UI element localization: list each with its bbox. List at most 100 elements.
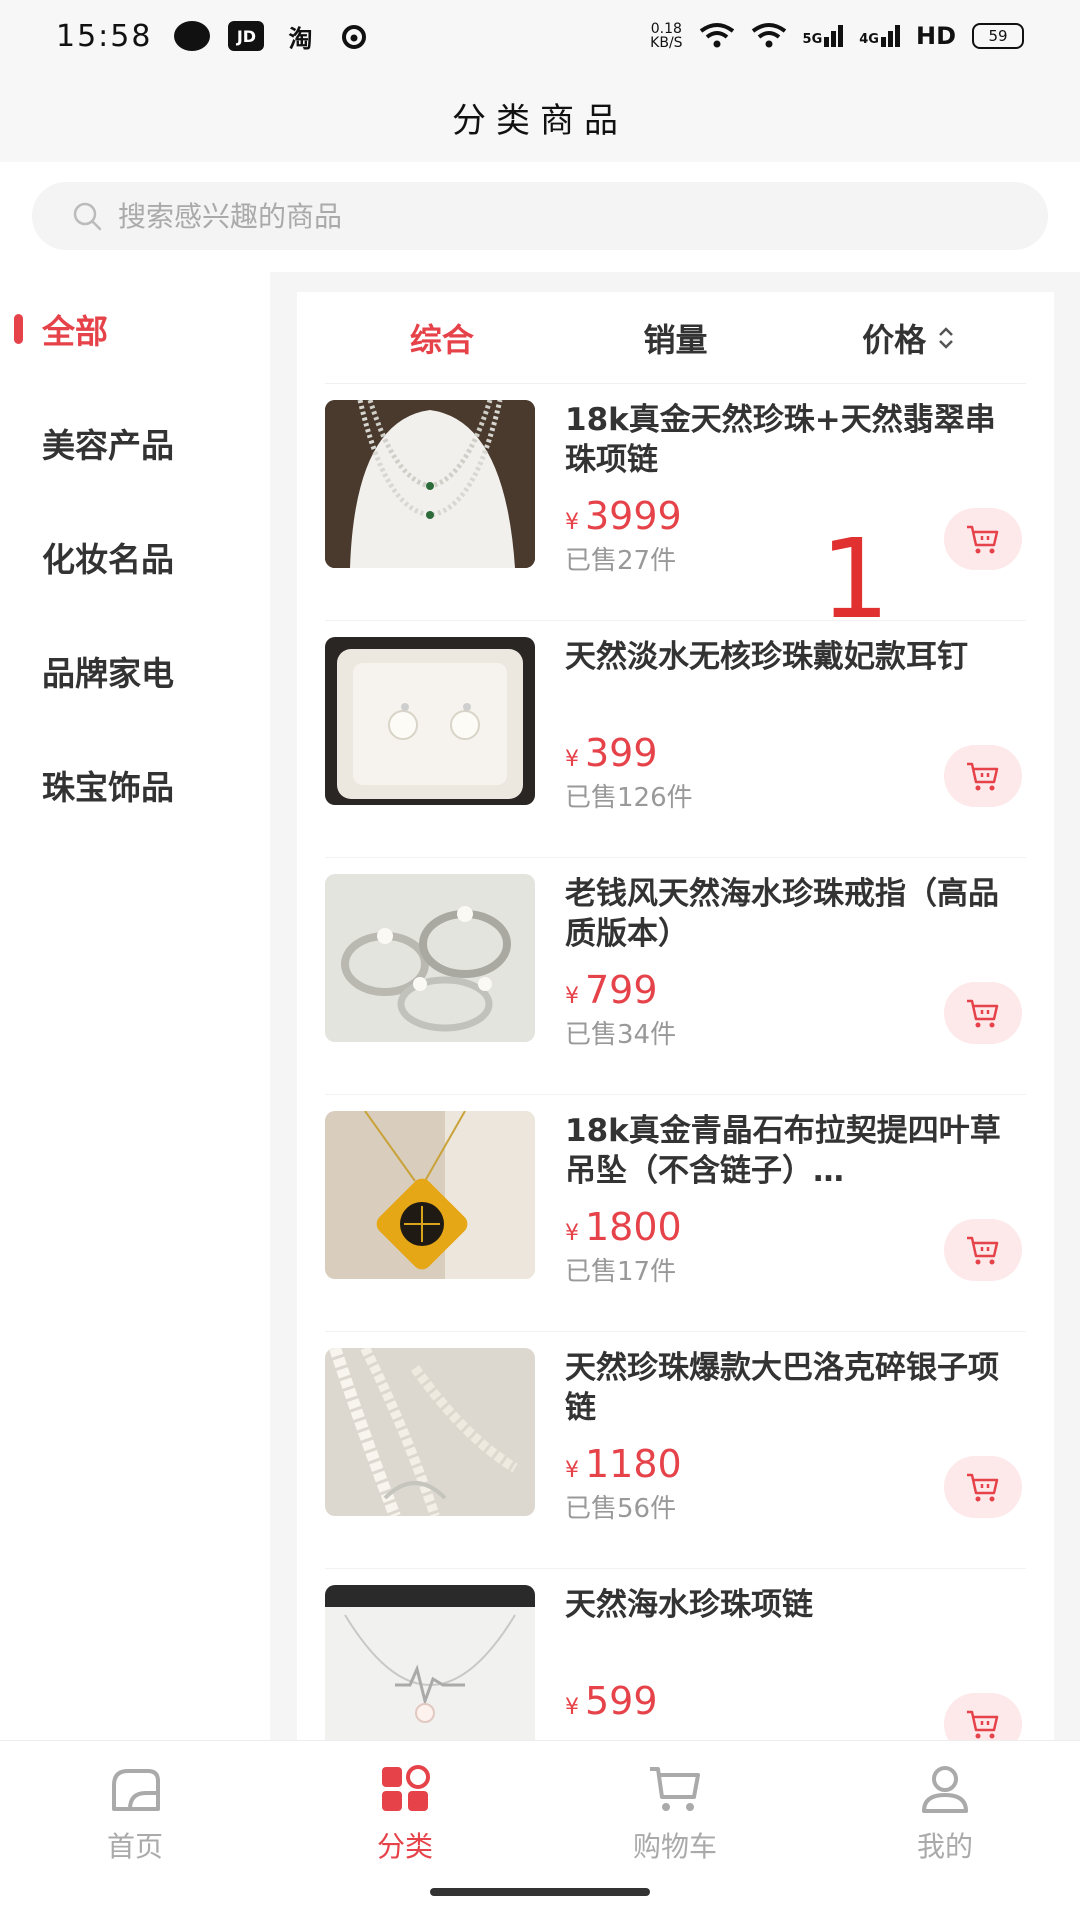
- category-icon: [382, 1765, 430, 1811]
- status-bar: 15:58 JD 淘 0.18 KB/S 5G 4G HD 59: [0, 0, 1080, 72]
- product-title[interactable]: 老钱风天然海水珍珠戒指（高品质版本）: [565, 874, 1025, 954]
- add-to-cart-button[interactable]: [944, 982, 1022, 1044]
- signal-5g-label: 5G: [802, 32, 823, 47]
- product-image[interactable]: [325, 637, 535, 805]
- nav-label: 分类: [376, 1830, 433, 1863]
- product-info: 天然淡水无核珍珠戴妃款耳钉 ¥ 399 已售126件: [565, 637, 1025, 857]
- page-header: 分类商品: [0, 72, 1080, 162]
- product-card[interactable]: 天然珍珠爆款大巴洛克碎银子项链 ¥ 1180 已售56件: [325, 1332, 1026, 1569]
- product-title[interactable]: 18k真金青晶石布拉契提四叶草吊坠（不含链子）…: [565, 1111, 1025, 1191]
- currency-symbol: ¥: [565, 747, 579, 772]
- add-to-cart-button[interactable]: [944, 1456, 1022, 1518]
- product-image[interactable]: [325, 1111, 535, 1279]
- home-indicator[interactable]: [430, 1888, 650, 1896]
- profile-icon: [922, 1766, 968, 1813]
- product-image[interactable]: [325, 400, 535, 568]
- sort-tab-label: 综合: [409, 320, 474, 359]
- signal-4g-icon: 4G: [859, 25, 900, 47]
- jd-icon: JD: [228, 21, 265, 51]
- cart-icon: [967, 1473, 999, 1502]
- hd-indicator: HD: [915, 22, 956, 50]
- cart-icon: [650, 1767, 700, 1811]
- product-title[interactable]: 天然海水珍珠项链: [565, 1585, 1025, 1665]
- net-speed-value: 0.18: [650, 21, 682, 37]
- price-value: 399: [585, 731, 658, 775]
- net-speed-unit: KB/S: [650, 35, 683, 51]
- sidebar-item-jewelry[interactable]: 珠宝饰品: [0, 728, 270, 842]
- add-to-cart-button[interactable]: [944, 1219, 1022, 1281]
- product-image[interactable]: [325, 874, 535, 1042]
- product-card[interactable]: 18k真金青晶石布拉契提四叶草吊坠（不含链子）… ¥ 1800 已售17件: [325, 1095, 1026, 1332]
- product-panel: 综合 销量 价格 18k真金天然珍珠+天然翡翠串珠项链 ¥ 3999 已售27件…: [297, 292, 1054, 1740]
- product-info: 天然珍珠爆款大巴洛克碎银子项链 ¥ 1180 已售56件: [565, 1348, 1025, 1568]
- signal-5g-icon: 5G: [803, 25, 844, 47]
- wifi-icon-2: [751, 23, 786, 48]
- search-box[interactable]: [32, 182, 1048, 250]
- add-to-cart-button[interactable]: [944, 745, 1022, 807]
- notification-icons: JD 淘: [174, 21, 372, 53]
- sidebar-item-appliances[interactable]: 品牌家电: [0, 614, 270, 728]
- product-info: 老钱风天然海水珍珠戒指（高品质版本） ¥ 799 已售34件: [565, 874, 1025, 1094]
- product-list: 18k真金天然珍珠+天然翡翠串珠项链 ¥ 3999 已售27件 天然淡水无核珍珠…: [325, 384, 1026, 1740]
- currency-symbol: ¥: [565, 1458, 579, 1483]
- active-indicator: [14, 314, 23, 344]
- message-icon: [174, 21, 211, 51]
- product-title[interactable]: 天然淡水无核珍珠戴妃款耳钉: [565, 637, 1025, 717]
- sidebar-item-label: 全部: [42, 312, 108, 351]
- product-info: 18k真金天然珍珠+天然翡翠串珠项链 ¥ 3999 已售27件: [565, 400, 1025, 620]
- currency-symbol: ¥: [565, 1221, 579, 1246]
- sort-tab-label: 价格: [862, 320, 927, 359]
- currency-symbol: ¥: [565, 984, 579, 1009]
- sidebar-item-label: 化妆名品: [42, 540, 174, 579]
- app-screen: 15:58 JD 淘 0.18 KB/S 5G 4G HD 59 分类商品 搜索…: [0, 0, 1080, 1920]
- status-right: 0.18 KB/S 5G 4G HD 59: [650, 22, 1024, 50]
- product-image[interactable]: [325, 1585, 535, 1740]
- sidebar-item-beauty[interactable]: 美容产品: [0, 386, 270, 500]
- product-card[interactable]: 老钱风天然海水珍珠戒指（高品质版本） ¥ 799 已售34件: [325, 858, 1026, 1095]
- product-card[interactable]: 18k真金天然珍珠+天然翡翠串珠项链 ¥ 3999 已售27件: [325, 384, 1026, 621]
- wifi-icon: [699, 23, 734, 48]
- search-icon: [73, 202, 102, 231]
- product-title[interactable]: 天然珍珠爆款大巴洛克碎银子项链: [565, 1348, 1025, 1428]
- product-image[interactable]: [325, 1348, 535, 1516]
- sort-tab-label: 销量: [643, 320, 708, 359]
- product-info: 18k真金青晶石布拉契提四叶草吊坠（不含链子）… ¥ 1800 已售17件: [565, 1111, 1025, 1331]
- sort-arrows-icon: [939, 326, 954, 349]
- net-speed: 0.18 KB/S: [650, 22, 682, 50]
- sidebar-item-label: 珠宝饰品: [42, 768, 174, 807]
- search-input[interactable]: [118, 199, 918, 233]
- sidebar-item-label: 品牌家电: [42, 654, 174, 693]
- cart-icon: [967, 1236, 999, 1265]
- seawater-pearl-necklace-image: [325, 1585, 535, 1740]
- sidebar-item-cosmetics[interactable]: 化妆名品: [0, 500, 270, 614]
- nav-home[interactable]: 首页: [0, 1741, 270, 1920]
- sort-tab-price[interactable]: 价格: [792, 315, 1026, 361]
- signal-4g-label: 4G: [859, 32, 879, 47]
- nav-profile[interactable]: 我的: [810, 1741, 1080, 1920]
- search-bar: [0, 162, 1080, 272]
- cart-icon: [967, 999, 999, 1028]
- sort-tab-sales[interactable]: 销量: [559, 315, 793, 361]
- price-value: 1180: [585, 1442, 682, 1486]
- cart-icon: [967, 1710, 999, 1739]
- price-value: 599: [585, 1679, 658, 1723]
- price-value: 1800: [585, 1205, 682, 1249]
- price-value: 3999: [585, 494, 682, 538]
- product-card[interactable]: 天然淡水无核珍珠戴妃款耳钉 ¥ 399 已售126件: [325, 621, 1026, 858]
- pearl-rings-image: [325, 874, 535, 1042]
- add-to-cart-button[interactable]: [944, 1693, 1022, 1740]
- currency-symbol: ¥: [565, 1695, 579, 1720]
- add-to-cart-button[interactable]: [944, 508, 1022, 570]
- category-sidebar: 全部 美容产品 化妆名品 品牌家电 珠宝饰品: [0, 272, 270, 1740]
- nav-label: 我的: [916, 1830, 973, 1863]
- pearl-necklace-image: [325, 400, 535, 568]
- weibo-icon: [336, 21, 372, 51]
- product-title[interactable]: 18k真金天然珍珠+天然翡翠串珠项链: [565, 400, 1025, 480]
- page-title: 分类商品: [452, 100, 628, 141]
- cart-icon: [967, 525, 999, 554]
- nav-label: 购物车: [632, 1830, 717, 1863]
- sidebar-item-all[interactable]: 全部: [0, 272, 270, 386]
- product-card[interactable]: 天然海水珍珠项链 ¥ 599: [325, 1569, 1026, 1740]
- sort-tab-comprehensive[interactable]: 综合: [325, 315, 559, 361]
- sort-tabs: 综合 销量 价格: [325, 292, 1026, 384]
